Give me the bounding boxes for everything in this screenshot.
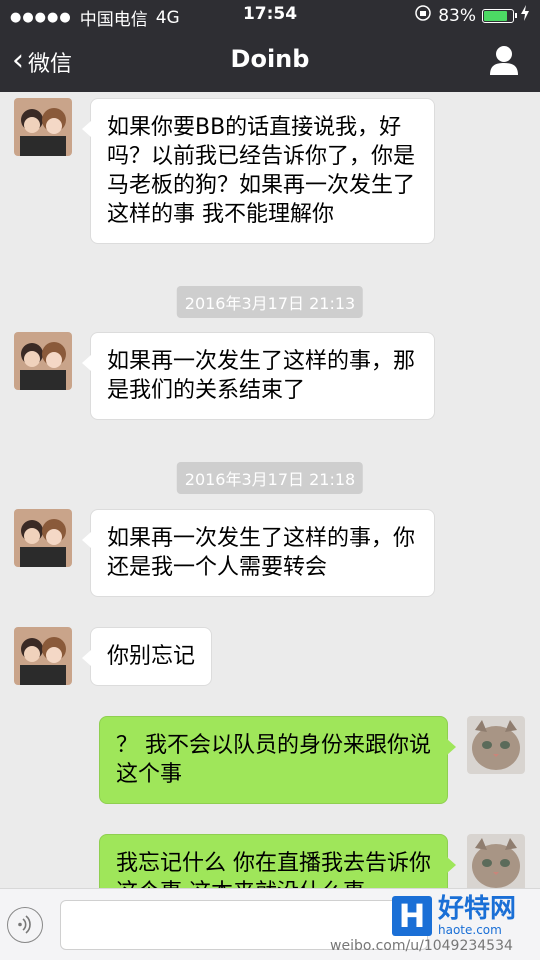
contact-info-button[interactable] (488, 44, 520, 76)
charging-icon (520, 5, 530, 26)
contact-avatar[interactable] (14, 98, 72, 156)
contact-avatar[interactable] (14, 332, 72, 390)
rotation-lock-icon (414, 4, 432, 27)
battery-fill (484, 10, 507, 21)
status-bar: ●●●●● 中国电信 4G 17:54 83% (0, 0, 540, 30)
watermark-logo-icon: H (392, 896, 432, 936)
weibo-watermark: weibo.com/u/1049234534 (330, 938, 513, 954)
message-bubble-incoming[interactable]: 如果你要BB的话直接说我，好吗？以前我已经告诉你了，你是马老板的狗？如果再一次发… (82, 98, 435, 244)
timestamp: 2016年3月17日 21:13 (176, 286, 364, 318)
nav-bar: ‹ 微信 Doinb (0, 30, 540, 92)
site-watermark: H 好特网 haote.com (392, 895, 516, 937)
contact-avatar[interactable] (14, 509, 72, 567)
contact-avatar[interactable] (14, 627, 72, 685)
message-bubble-incoming[interactable]: 你别忘记 (82, 627, 212, 686)
message-bubble-incoming[interactable]: 如果再一次发生了这样的事，你还是我一个人需要转会 (82, 509, 435, 597)
voice-button[interactable] (7, 907, 43, 943)
watermark-domain: haote.com (438, 923, 502, 937)
voice-icon (18, 915, 31, 934)
battery-icon (482, 8, 517, 23)
timestamp: 2016年3月17日 21:18 (176, 462, 364, 494)
my-avatar[interactable] (467, 834, 525, 888)
my-avatar[interactable] (467, 716, 525, 774)
message-bubble-incoming[interactable]: 如果再一次发生了这样的事，那是我们的关系结束了 (82, 332, 435, 420)
watermark-name: 好特网 (438, 894, 517, 924)
chat-area: 如果你要BB的话直接说我，好吗？以前我已经告诉你了，你是马老板的狗？如果再一次发… (0, 92, 540, 888)
battery-percent: 83% (438, 5, 476, 26)
person-icon (490, 46, 518, 75)
message-bubble-outgoing[interactable]: 我忘记什么 你在直播我去告诉你这个事 这本来就没什么事 (99, 834, 456, 888)
chat-title: Doinb (230, 45, 310, 73)
message-bubble-outgoing[interactable]: ？ 我不会以队员的身份来跟你说这个事 (99, 716, 456, 804)
